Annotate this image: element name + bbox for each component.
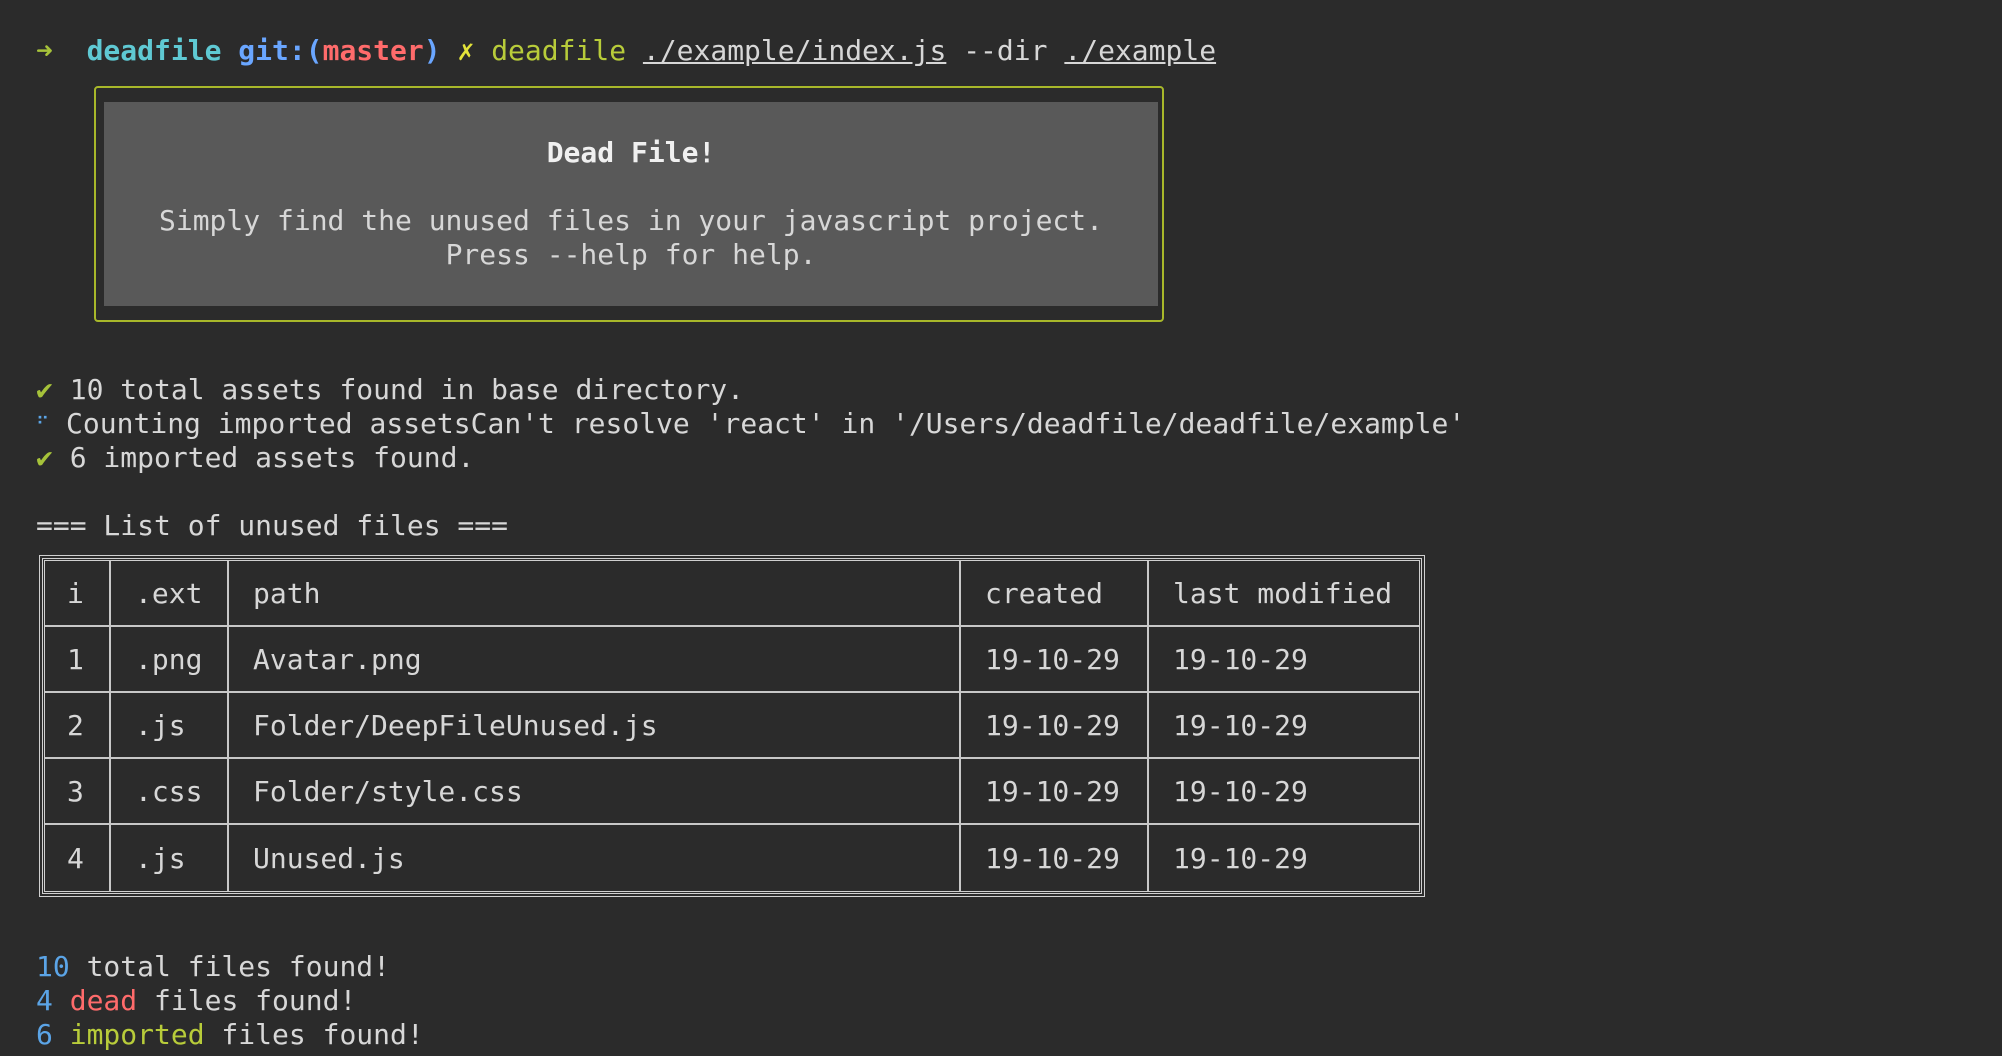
imported-text: files found! (204, 1018, 424, 1051)
table-header-row: i .ext path created last modified (45, 561, 1419, 627)
banner-box: Dead File! Simply find the unused files … (104, 102, 1158, 306)
header-cell-modified: last modified (1149, 561, 1419, 627)
cell-modified: 19-10-29 (1173, 841, 1308, 875)
dirty-indicator-icon: ✗ (457, 34, 475, 67)
status-line: ✔ 10 total assets found in base director… (36, 373, 744, 407)
git-label-close: ) (423, 34, 441, 67)
status-text: Counting imported assetsCan't resolve 'r… (66, 407, 1466, 440)
shell-prompt: ➜ deadfile git:(master) ✗ deadfile ./exa… (36, 0, 1216, 67)
banner-description: Simply find the unused files in your jav… (104, 204, 1158, 272)
banner-title: Dead File! (546, 136, 716, 169)
dead-word: dead (69, 984, 138, 1017)
prompt-directory: deadfile (86, 34, 222, 67)
spinner-icon: ⠋ (36, 414, 50, 435)
banner-line-1: Simply find the unused files in your jav… (158, 204, 1103, 237)
cell-path: Avatar.png (229, 627, 961, 693)
cell-created: 19-10-29 (961, 693, 1149, 759)
summary-dead: 4 dead files found! (36, 984, 356, 1018)
cell-index: 3 (45, 759, 111, 825)
header-cell-path: path (229, 561, 961, 627)
prompt-arrow-icon: ➜ (36, 34, 53, 67)
header-cell-created: created (961, 561, 1149, 627)
table-row: 2 .js Folder/DeepFileUnused.js 19-10-29 … (45, 693, 1419, 759)
checkmark-icon: ✔ (36, 441, 53, 474)
cell-modified: 19-10-29 (1149, 693, 1419, 759)
cell-path: Folder/DeepFileUnused.js (229, 693, 961, 759)
dead-text: files found! (137, 984, 357, 1017)
cell-created: 19-10-29 (961, 627, 1149, 693)
banner-line-2: Press --help for help. (445, 238, 817, 271)
command-arg-entry: ./example/index.js (642, 34, 947, 67)
cell-created: 19-10-29 (961, 759, 1149, 825)
cell-created: 19-10-29 (961, 825, 1149, 891)
total-text: total files found! (69, 950, 391, 983)
table-row: 4 .js Unused.js 19-10-29 19-10-29 (45, 825, 1419, 891)
dead-count: 4 (36, 984, 53, 1017)
unused-files-table: i .ext path created last modified 1 .png… (39, 555, 1425, 897)
checkmark-icon: ✔ (36, 373, 53, 406)
table-row: 3 .css Folder/style.css 19-10-29 19-10-2… (45, 759, 1419, 825)
cell-modified: 19-10-29 (1149, 627, 1419, 693)
cell-index: 2 (45, 693, 111, 759)
cell-ext: .css (111, 759, 229, 825)
git-branch: master (322, 34, 424, 67)
cell-path: Unused.js (229, 825, 961, 891)
status-line: ⠋ Counting imported assetsCan't resolve … (36, 407, 1465, 441)
git-label: git:( (238, 34, 323, 67)
header-cell-index: i (45, 561, 111, 627)
status-text: 6 imported assets found. (69, 441, 475, 474)
header-cell-ext: .ext (111, 561, 229, 627)
cell-ext: .js (111, 693, 229, 759)
cell-ext: .js (111, 825, 229, 891)
imported-word: imported (69, 1018, 205, 1051)
list-heading: === List of unused files === (36, 509, 509, 542)
cell-path: Folder/style.css (229, 759, 961, 825)
command-flag: --dir (963, 34, 1048, 67)
table-row: 1 .png Avatar.png 19-10-29 19-10-29 (45, 627, 1419, 693)
summary-imported: 6 imported files found! (36, 1018, 424, 1052)
cell-ext: .png (111, 627, 229, 693)
status-line: ✔ 6 imported assets found. (36, 441, 474, 475)
cell-index: 4 (45, 825, 111, 891)
command-arg-dir: ./example (1064, 34, 1217, 67)
summary-total: 10 total files found! (36, 950, 390, 984)
status-text: 10 total assets found in base directory. (69, 373, 745, 406)
cell-modified: 19-10-29 (1149, 759, 1419, 825)
imported-count: 6 (36, 1018, 53, 1051)
cell-index: 1 (45, 627, 111, 693)
command-name: deadfile (491, 34, 627, 67)
total-count: 10 (36, 950, 70, 983)
